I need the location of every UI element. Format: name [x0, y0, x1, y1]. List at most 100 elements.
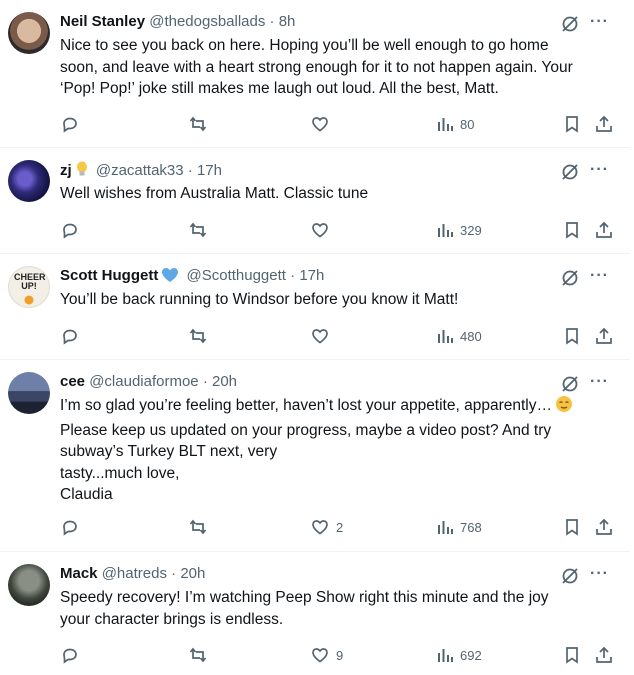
repost-button[interactable] [188, 324, 208, 348]
share-button[interactable] [594, 218, 614, 242]
separator: · [187, 162, 193, 179]
bookmark-button[interactable] [562, 515, 582, 539]
more-options-icon[interactable]: ··· [590, 374, 609, 390]
author-name[interactable]: cee [60, 373, 85, 390]
share-button[interactable] [594, 324, 614, 348]
views-button[interactable]: 80 [436, 112, 474, 136]
reply-tweet[interactable]: Mack @hatreds · 20h ··· Speedy recovery!… [0, 552, 630, 675]
views-button[interactable]: 768 [436, 515, 482, 539]
tweet-top-icons: ··· [560, 268, 610, 288]
reply-button[interactable] [60, 643, 80, 667]
like-button[interactable]: 9 [310, 643, 343, 667]
tweet-header: Mack @hatreds · 20h [60, 564, 630, 584]
author-handle[interactable]: @zacattak33 [96, 162, 184, 179]
tweet-top-icons: ··· [560, 14, 610, 34]
share-button[interactable] [594, 515, 614, 539]
heart-icon [312, 648, 328, 663]
author-name[interactable]: Mack [60, 565, 98, 582]
bookmark-icon [566, 116, 578, 133]
author-handle[interactable]: @claudiaformoe [89, 373, 198, 390]
bookmark-button[interactable] [562, 112, 582, 136]
separator: · [202, 373, 208, 390]
tweet-top-icons: ··· [560, 162, 610, 182]
tweet-text: You’ll be back running to Windsor before… [60, 291, 459, 308]
bookmark-icon [566, 647, 578, 664]
view-count: 329 [460, 222, 482, 238]
action-bar: 80 [60, 112, 620, 136]
like-button[interactable] [310, 218, 336, 242]
more-options-icon[interactable]: ··· [590, 268, 609, 284]
reply-button[interactable] [60, 218, 80, 242]
tweet-top-icons: ··· [560, 566, 610, 586]
author-handle[interactable]: @Scotthuggett [187, 267, 286, 284]
avatar[interactable] [8, 12, 50, 54]
share-button[interactable] [594, 643, 614, 667]
views-button[interactable]: 480 [436, 324, 482, 348]
reply-button[interactable] [60, 324, 80, 348]
timestamp[interactable]: 17h [299, 267, 324, 284]
heart-icon [312, 520, 328, 535]
view-count: 480 [460, 328, 482, 344]
avatar[interactable] [8, 564, 50, 606]
heart-icon [312, 223, 328, 238]
avatar[interactable] [8, 372, 50, 414]
views-button[interactable]: 329 [436, 218, 482, 242]
action-bar: 9 692 [60, 643, 620, 667]
action-bar: 329 [60, 218, 620, 242]
repost-icon [189, 222, 207, 238]
share-icon [596, 646, 612, 663]
timestamp[interactable]: 20h [180, 565, 205, 582]
blue-heart-emoji-icon [161, 267, 179, 289]
smiley-icon [24, 295, 34, 305]
like-count: 9 [336, 647, 344, 663]
reply-button[interactable] [60, 112, 80, 136]
bookmark-icon [566, 328, 578, 345]
more-options-icon[interactable]: ··· [590, 162, 609, 178]
repost-button[interactable] [188, 515, 208, 539]
views-button[interactable]: 692 [436, 643, 482, 667]
author-name[interactable]: zj [60, 162, 72, 179]
avatar-lettering: CHEER UP! [14, 272, 46, 291]
share-icon [596, 518, 612, 535]
views-icon [438, 330, 453, 343]
timestamp[interactable]: 20h [212, 373, 237, 390]
reply-icon [63, 117, 77, 133]
repost-button[interactable] [188, 112, 208, 136]
author-name[interactable]: Neil Stanley [60, 13, 145, 30]
avatar[interactable]: CHEER UP! [8, 266, 50, 308]
view-count: 692 [460, 647, 482, 663]
author-handle[interactable]: @hatreds [102, 565, 167, 582]
repost-button[interactable] [188, 643, 208, 667]
reply-tweet[interactable]: CHEER UP! Scott Huggett @Scotthuggett · … [0, 254, 630, 360]
repost-icon [189, 647, 207, 663]
repost-button[interactable] [188, 218, 208, 242]
bookmark-button[interactable] [562, 218, 582, 242]
tweet-header: zj @zacattak33 · 17h [60, 160, 630, 180]
reply-tweet[interactable]: Neil Stanley @thedogsballads · 8h ··· Ni… [0, 0, 630, 148]
tweet-top-icons: ··· [560, 374, 610, 394]
like-button[interactable] [310, 112, 336, 136]
bookmark-button[interactable] [562, 643, 582, 667]
more-options-icon[interactable]: ··· [590, 566, 609, 582]
like-button[interactable]: 2 [310, 515, 343, 539]
reply-tweet[interactable]: cee @claudiaformoe · 20h ··· I’m so glad… [0, 360, 630, 552]
share-icon [596, 115, 612, 132]
timestamp[interactable]: 8h [279, 13, 296, 30]
bookmark-button[interactable] [562, 324, 582, 348]
more-options-icon[interactable]: ··· [590, 14, 609, 30]
separator: · [269, 13, 275, 30]
share-button[interactable] [594, 112, 614, 136]
author-handle[interactable]: @thedogsballads [149, 13, 265, 30]
reply-icon [63, 648, 77, 664]
tweet-header: cee @claudiaformoe · 20h [60, 372, 630, 392]
heart-icon [312, 329, 328, 344]
avatar[interactable] [8, 160, 50, 202]
reply-button[interactable] [60, 515, 80, 539]
timestamp[interactable]: 17h [197, 162, 222, 179]
like-button[interactable] [310, 324, 336, 348]
author-name[interactable]: Scott Huggett [60, 267, 158, 284]
views-icon [438, 521, 453, 534]
reply-tweet[interactable]: zj @zacattak33 · 17h ··· Well wishes fro… [0, 148, 630, 254]
separator: · [171, 565, 177, 582]
tweet-header: Neil Stanley @thedogsballads · 8h [60, 12, 630, 32]
